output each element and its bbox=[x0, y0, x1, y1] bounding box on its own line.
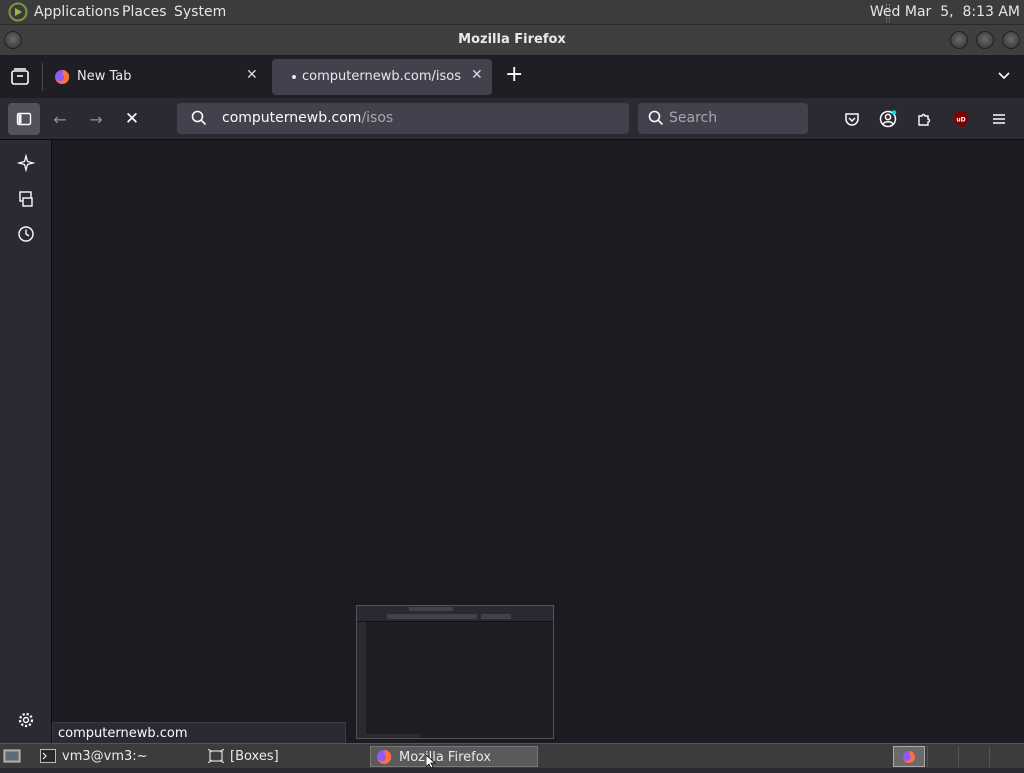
taskbar-item-firefox[interactable]: Mozilla Firefox bbox=[370, 746, 538, 767]
clock[interactable]: Wed Mar 5, 8:13 AM bbox=[870, 4, 1020, 20]
menu-system[interactable]: System bbox=[174, 4, 226, 20]
window-titlebar[interactable]: Mozilla Firefox bbox=[0, 25, 1024, 55]
pocket-icon[interactable] bbox=[836, 103, 868, 135]
tab-new-tab[interactable]: New Tab ✕ bbox=[44, 59, 270, 95]
workspace-4[interactable] bbox=[989, 746, 1022, 767]
window-menu-button[interactable] bbox=[4, 31, 22, 49]
list-all-tabs-chevron-icon[interactable] bbox=[996, 67, 1012, 83]
workspace-3[interactable] bbox=[958, 746, 988, 767]
taskbar-label: Mozilla Firefox bbox=[399, 750, 491, 765]
thumbnail-sidebar bbox=[357, 622, 366, 738]
tab-divider bbox=[42, 63, 43, 91]
sidebar-icon bbox=[16, 112, 32, 126]
firefox-icon bbox=[376, 749, 392, 765]
hamburger-menu-icon[interactable] bbox=[983, 103, 1015, 135]
ublock-origin-icon[interactable]: uD bbox=[945, 103, 977, 135]
search-icon bbox=[191, 110, 207, 126]
taskbar-item-terminal[interactable]: vm3@vm3:~ bbox=[36, 746, 196, 767]
search-placeholder: Search bbox=[669, 110, 718, 126]
tab-active[interactable]: computernewb.com/isos ✕ bbox=[272, 59, 492, 95]
status-panel: computernewb.com bbox=[52, 722, 346, 744]
thumbnail-status bbox=[366, 734, 421, 738]
bottom-taskbar: vm3@vm3:~ [Boxes] Mozilla Firefox bbox=[0, 743, 1024, 769]
window-title: Mozilla Firefox bbox=[458, 32, 566, 47]
ai-sparkle-icon[interactable] bbox=[10, 147, 42, 179]
taskbar-item-boxes[interactable]: [Boxes] bbox=[204, 746, 364, 767]
terminal-icon bbox=[40, 749, 56, 763]
settings-gear-icon[interactable] bbox=[10, 704, 42, 736]
search-bar[interactable]: Search bbox=[638, 103, 808, 134]
back-arrow-icon[interactable]: ← bbox=[44, 103, 76, 135]
extensions-puzzle-icon[interactable] bbox=[908, 103, 940, 135]
tab-title: New Tab bbox=[77, 69, 132, 84]
workspace-firefox-icon bbox=[903, 751, 915, 763]
boxes-icon bbox=[207, 748, 225, 764]
taskbar-label: vm3@vm3:~ bbox=[62, 749, 148, 764]
menu-places[interactable]: Places bbox=[122, 4, 167, 20]
firefox-favicon-icon bbox=[54, 69, 70, 85]
taskbar-label: [Boxes] bbox=[230, 749, 279, 764]
tab-strip: New Tab ✕ computernewb.com/isos ✕ + bbox=[0, 55, 1024, 98]
synced-tabs-icon[interactable] bbox=[10, 183, 42, 215]
url-bar[interactable]: computernewb.com/isos bbox=[177, 103, 629, 134]
url-domain: computernewb.com bbox=[222, 110, 362, 126]
loading-dot-icon bbox=[292, 75, 296, 79]
ublock-badge: uD bbox=[956, 117, 965, 124]
navigation-toolbar: ← → ✕ computernewb.com/isos Search uD bbox=[0, 98, 1024, 140]
workspace-switcher[interactable] bbox=[893, 746, 925, 767]
stop-loading-icon[interactable]: ✕ bbox=[116, 103, 148, 135]
mouse-cursor-icon bbox=[425, 754, 437, 769]
sidebar bbox=[0, 140, 52, 743]
tab-close-icon[interactable]: ✕ bbox=[246, 67, 258, 83]
url-path: /isos bbox=[361, 110, 394, 126]
url-text: computernewb.com/isos bbox=[222, 110, 393, 126]
search-icon bbox=[648, 110, 664, 126]
maximize-button[interactable] bbox=[976, 31, 994, 49]
workspace-2[interactable] bbox=[927, 746, 957, 767]
sidebar-toggle-button[interactable] bbox=[8, 103, 40, 135]
forward-arrow-icon[interactable]: → bbox=[80, 103, 112, 135]
thumbnail-searchbar bbox=[481, 614, 511, 619]
show-desktop-icon[interactable] bbox=[3, 747, 21, 765]
history-clock-icon[interactable] bbox=[10, 218, 42, 250]
new-tab-plus-icon[interactable]: + bbox=[505, 63, 523, 87]
thumbnail-urlbar bbox=[387, 614, 477, 619]
tab-close-icon[interactable]: ✕ bbox=[471, 67, 483, 83]
thumbnail-active-tab bbox=[409, 607, 453, 611]
firefox-view-icon[interactable] bbox=[8, 65, 32, 89]
close-window-button[interactable] bbox=[1002, 31, 1020, 49]
window-thumbnail-preview[interactable] bbox=[356, 605, 554, 739]
account-icon[interactable] bbox=[872, 103, 904, 135]
tab-title: computernewb.com/isos bbox=[302, 69, 461, 84]
distro-logo-icon[interactable] bbox=[8, 2, 28, 22]
menu-applications[interactable]: Applications bbox=[34, 4, 120, 20]
minimize-button[interactable] bbox=[950, 31, 968, 49]
top-panel: Applications Places System Wed Mar 5, 8:… bbox=[0, 0, 1024, 25]
